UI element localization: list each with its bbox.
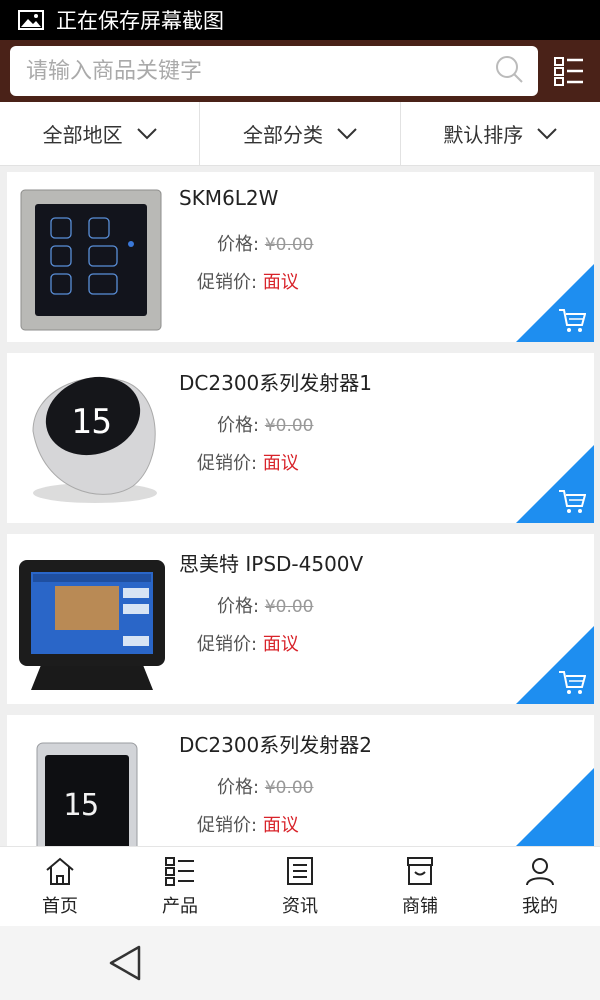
product-card[interactable]: SKM6L2W 价格: ¥0.00 促销价: 面议 <box>7 172 594 342</box>
promo-value: 面议 <box>262 815 299 836</box>
cart-icon <box>559 671 586 694</box>
price-row: 价格: ¥0.00 <box>217 773 313 799</box>
system-nav-bar <box>0 926 600 1000</box>
tab-products[interactable]: 产品 <box>120 847 240 926</box>
filter-region[interactable]: 全部地区 <box>0 102 201 165</box>
price-value: ¥0.00 <box>264 235 314 255</box>
add-to-cart-button[interactable] <box>516 626 594 704</box>
promo-value: 面议 <box>262 634 299 655</box>
user-icon <box>526 857 554 885</box>
price-row: 价格: ¥0.00 <box>217 411 313 437</box>
list-menu-icon[interactable] <box>554 56 584 86</box>
price-row: 价格: ¥0.00 <box>217 592 313 618</box>
cart-icon <box>559 309 586 332</box>
price-label: 价格: <box>217 415 260 436</box>
tab-label: 首页 <box>42 895 78 917</box>
product-image[interactable]: 15 <box>13 723 171 846</box>
news-icon <box>287 856 313 885</box>
price-row: 价格: ¥0.00 <box>217 230 313 256</box>
product-image[interactable] <box>13 180 171 335</box>
filter-label: 全部分类 <box>242 123 323 147</box>
chevron-down-icon <box>337 127 357 139</box>
product-card[interactable]: 15 DC2300系列发射器1 价格: ¥0.00 促销价: 面议 <box>7 353 594 523</box>
product-name[interactable]: DC2300系列发射器2 <box>179 729 372 758</box>
promo-value: 面议 <box>262 453 299 474</box>
svg-text:15: 15 <box>71 402 112 442</box>
tab-shop[interactable]: 商铺 <box>360 847 480 926</box>
filter-label: 默认排序 <box>443 123 524 147</box>
tab-label: 商铺 <box>402 895 438 917</box>
chevron-down-icon <box>537 127 558 139</box>
shop-icon <box>407 856 433 885</box>
back-icon[interactable] <box>108 944 142 986</box>
product-name[interactable]: DC2300系列发射器1 <box>179 367 372 396</box>
product-list: SKM6L2W 价格: ¥0.00 促销价: 面议 15 DC2300系列发射器… <box>0 166 600 846</box>
promo-label: 促销价: <box>197 272 258 293</box>
tab-mine[interactable]: 我的 <box>480 847 600 926</box>
home-icon <box>46 857 74 885</box>
filter-label: 全部地区 <box>42 123 123 147</box>
status-text: 正在保存屏幕截图 <box>56 9 224 33</box>
promo-value: 面议 <box>262 272 299 293</box>
tab-home[interactable]: 首页 <box>0 847 120 926</box>
tab-news[interactable]: 资讯 <box>240 847 360 926</box>
chevron-down-icon <box>136 127 157 139</box>
tab-label: 产品 <box>162 895 198 917</box>
price-value: ¥0.00 <box>264 778 314 798</box>
product-name[interactable]: SKM6L2W <box>179 186 278 210</box>
add-to-cart-button[interactable] <box>516 445 594 523</box>
price-label: 价格: <box>217 234 260 255</box>
promo-row: 促销价: 面议 <box>197 268 299 294</box>
product-name[interactable]: 思美特 IPSD-4500V <box>179 548 363 577</box>
search-input[interactable] <box>26 58 466 84</box>
search-icon[interactable] <box>494 54 524 88</box>
price-label: 价格: <box>217 777 260 798</box>
filter-sort[interactable]: 默认排序 <box>401 102 600 165</box>
price-value: ¥0.00 <box>264 416 314 436</box>
add-to-cart-button[interactable] <box>516 264 594 342</box>
product-image[interactable]: 15 <box>13 361 171 516</box>
image-icon <box>18 10 44 30</box>
add-to-cart-button[interactable] <box>516 768 594 846</box>
promo-label: 促销价: <box>197 453 258 474</box>
product-card[interactable]: 15 DC2300系列发射器2 价格: ¥0.00 促销价: 面议 <box>7 715 594 846</box>
tab-label: 我的 <box>522 895 558 917</box>
promo-label: 促销价: <box>197 634 258 655</box>
header <box>0 40 600 102</box>
cart-icon <box>559 490 586 513</box>
status-bar: 正在保存屏幕截图 <box>0 0 600 40</box>
price-value: ¥0.00 <box>264 597 314 617</box>
product-image[interactable] <box>13 542 171 697</box>
tab-label: 资讯 <box>282 895 318 917</box>
filter-bar: 全部地区 全部分类 默认排序 <box>0 102 600 166</box>
search-box[interactable] <box>10 46 538 96</box>
promo-row: 促销价: 面议 <box>197 449 299 475</box>
bottom-tab-bar: 首页 产品 资讯 商铺 我的 <box>0 846 600 926</box>
promo-row: 促销价: 面议 <box>197 630 299 656</box>
promo-label: 促销价: <box>197 815 258 836</box>
svg-text:15: 15 <box>63 788 99 823</box>
product-list-icon <box>165 856 194 886</box>
promo-row: 促销价: 面议 <box>197 811 299 837</box>
filter-category[interactable]: 全部分类 <box>200 102 401 165</box>
product-card[interactable]: 思美特 IPSD-4500V 价格: ¥0.00 促销价: 面议 <box>7 534 594 704</box>
price-label: 价格: <box>217 596 260 617</box>
